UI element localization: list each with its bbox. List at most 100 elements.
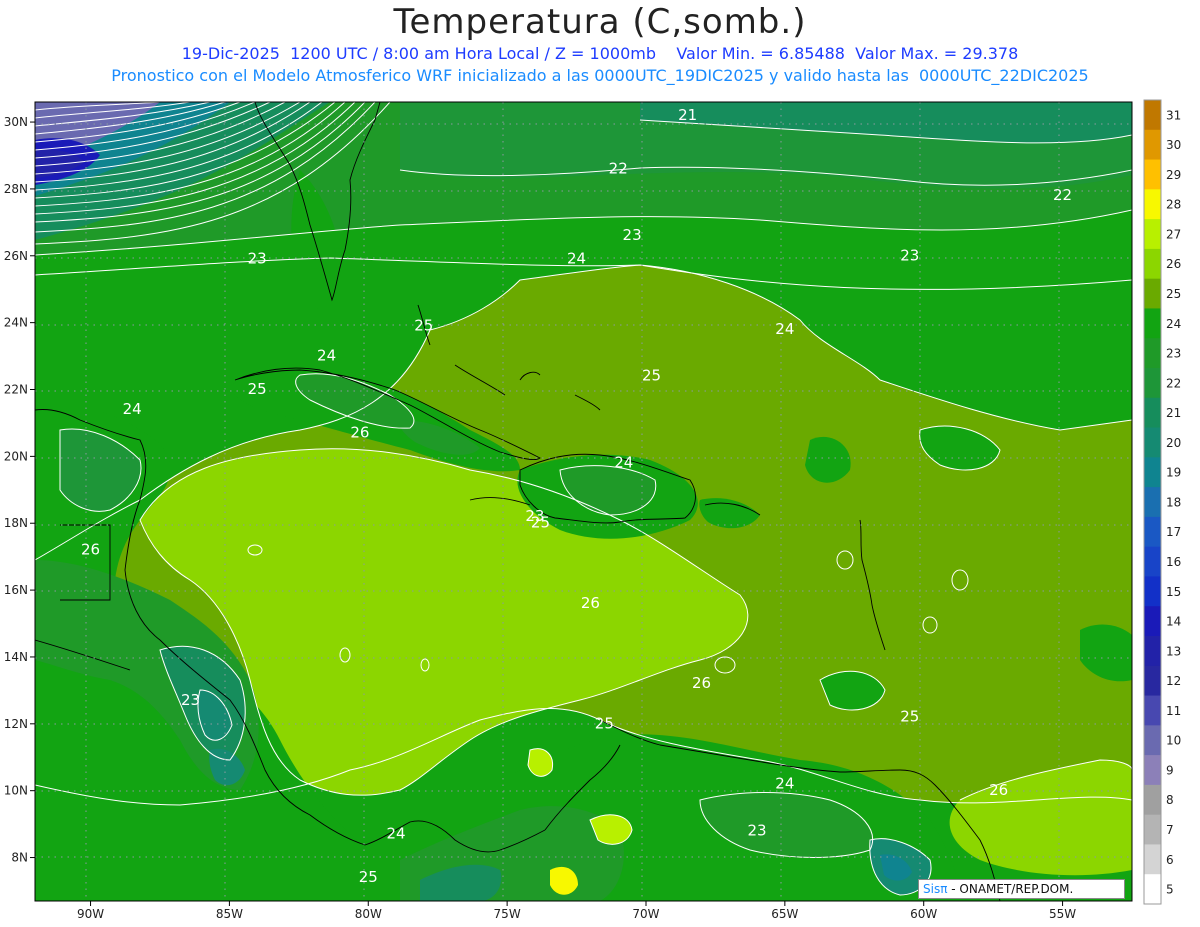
lat-tick-label: 16N (4, 583, 28, 597)
colorbar-swatch (1144, 100, 1161, 131)
colorbar-label: 20 (1166, 436, 1181, 450)
lon-tick-label: 65W (771, 907, 798, 921)
contour-label: 21 (678, 106, 697, 124)
contour-label: 26 (989, 781, 1008, 799)
lat-tick-label: 28N (4, 182, 28, 196)
colorbar-swatch (1144, 338, 1161, 369)
colorbar-label: 9 (1166, 763, 1174, 777)
contour-label: 26 (581, 594, 600, 612)
contour-label: 24 (567, 250, 586, 268)
colorbar-label: 13 (1166, 644, 1181, 658)
contour-label: 23 (900, 246, 919, 264)
colorbar-label: 27 (1166, 227, 1181, 241)
contour-label: 25 (414, 316, 433, 334)
lon-tick-label: 60W (910, 907, 937, 921)
contour-label: 23 (248, 250, 267, 268)
colorbar-swatch (1144, 487, 1161, 518)
colorbar-label: 26 (1166, 257, 1181, 271)
lat-tick-label: 20N (4, 449, 28, 463)
colorbar-swatch (1144, 636, 1161, 667)
lat-tick-label: 22N (4, 383, 28, 397)
colorbar-swatch (1144, 844, 1161, 875)
contour-label: 26 (692, 674, 711, 692)
contour-label: 25 (248, 380, 267, 398)
colorbar-label: 18 (1166, 495, 1181, 509)
lat-tick-label: 18N (4, 516, 28, 530)
contour-label: 24 (386, 825, 405, 843)
lat-tick-label: 12N (4, 717, 28, 731)
lat-tick-label: 10N (4, 784, 28, 798)
contour-label: 23 (181, 691, 200, 709)
colorbar-swatch (1144, 576, 1161, 607)
colorbar-label: 12 (1166, 674, 1181, 688)
colorbar-swatch (1144, 546, 1161, 577)
lat-tick-label: 24N (4, 316, 28, 330)
lon-tick-label: 80W (355, 907, 382, 921)
contour-label: 25 (359, 868, 378, 886)
colorbar-swatch (1144, 189, 1161, 220)
colorbar-label: 22 (1166, 376, 1181, 390)
colorbar-swatch (1144, 427, 1161, 458)
temperature-map: 21 22 22 23 23 23 24 24 24 24 24 25 25 25 25 25 25 25 26 26… (4, 99, 1181, 921)
temperature-field (35, 102, 1132, 901)
colorbar-swatch (1144, 755, 1161, 786)
colorbar-swatch (1144, 308, 1161, 339)
colorbar-swatch (1144, 874, 1161, 905)
colorbar-swatch (1144, 814, 1161, 845)
colorbar-swatch (1144, 368, 1161, 399)
lon-tick-label: 75W (494, 907, 521, 921)
colorbar-label: 24 (1166, 317, 1181, 331)
colorbar-label: 21 (1166, 406, 1181, 420)
colorbar-label: 16 (1166, 555, 1181, 569)
credit-box: Sisπ - ONAMET/REP.DOM. (918, 879, 1125, 899)
colorbar-swatch (1144, 695, 1161, 726)
contour-label: 25 (642, 367, 661, 385)
colorbar-label: 31 (1166, 108, 1181, 122)
contour-label: 23 (623, 226, 642, 244)
colorbar-label: 5 (1166, 883, 1174, 897)
contour-label: 26 (350, 423, 369, 441)
colorbar-swatch (1144, 159, 1161, 190)
colorbar-swatch (1144, 665, 1161, 697)
sispi-logo: Sisπ (923, 882, 948, 896)
contour-label: 24 (317, 347, 336, 365)
contour-label: 24 (775, 320, 794, 338)
lon-tick-label: 70W (632, 907, 659, 921)
colorbar-label: 23 (1166, 347, 1181, 361)
contour-label: 24 (775, 774, 794, 792)
colorbar-swatch (1144, 784, 1161, 816)
colorbar: 31 30 29 28 27 26 25 24 23 22 21 20 19 18 17 16 15 14 13 12… (1143, 99, 1181, 905)
colorbar-label: 11 (1166, 704, 1181, 718)
contour-label: 24 (614, 454, 633, 472)
colorbar-swatch (1144, 248, 1161, 280)
colorbar-label: 14 (1166, 615, 1181, 629)
colorbar-label: 17 (1166, 525, 1181, 539)
colorbar-label: 7 (1166, 823, 1174, 837)
lon-tick-label: 55W (1049, 907, 1076, 921)
contour-label: 23 (748, 821, 767, 839)
lon-tick-label: 90W (77, 907, 104, 921)
colorbar-swatch (1144, 219, 1161, 250)
colorbar-label: 10 (1166, 734, 1181, 748)
colorbar-label: 30 (1166, 138, 1181, 152)
contour-label: 25 (900, 708, 919, 726)
contour-label: 25 (595, 714, 614, 732)
colorbar-label: 28 (1166, 198, 1181, 212)
colorbar-swatch (1144, 516, 1161, 548)
colorbar-label: 8 (1166, 793, 1174, 807)
colorbar-swatch (1144, 725, 1161, 756)
colorbar-swatch (1144, 457, 1161, 488)
contour-label: 26 (81, 540, 100, 558)
contour-label: 22 (609, 159, 628, 177)
contour-label: 23 (525, 507, 544, 525)
contour-label: 24 (123, 400, 142, 418)
colorbar-swatch (1144, 278, 1161, 309)
lat-tick-label: 26N (4, 249, 28, 263)
colorbar-label: 25 (1166, 287, 1181, 301)
lon-tick-label: 85W (216, 907, 243, 921)
lat-tick-label: 30N (4, 115, 28, 129)
colorbar-swatch (1144, 606, 1161, 637)
colorbar-label: 19 (1166, 466, 1181, 480)
colorbar-swatch (1144, 397, 1161, 429)
colorbar-label: 15 (1166, 585, 1181, 599)
